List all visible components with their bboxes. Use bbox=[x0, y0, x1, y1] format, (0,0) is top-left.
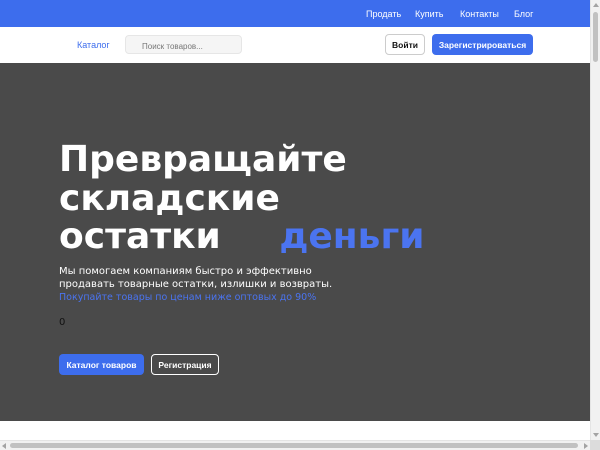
vertical-scrollbar-thumb[interactable] bbox=[593, 12, 598, 62]
scroll-down-icon[interactable] bbox=[593, 433, 599, 437]
top-navigation-bar: Продать Купить Контакты Блог bbox=[0, 0, 590, 27]
hero-description-line-1: Мы помогаем компаниям быстро и эффективн… bbox=[59, 266, 312, 277]
site-header: Каталог Войти Зарегистрироваться bbox=[0, 27, 590, 63]
hero-title-line-1: Превращайте bbox=[59, 139, 347, 180]
horizontal-scrollbar[interactable] bbox=[0, 440, 590, 450]
nav-link-buy[interactable]: Купить bbox=[415, 9, 443, 19]
hero-register-button[interactable]: Регистрация bbox=[151, 354, 219, 375]
hero-promo-text: Покупайте товары по ценам ниже оптовых д… bbox=[59, 292, 317, 303]
nav-link-blog[interactable]: Блог bbox=[514, 9, 533, 19]
hero-counter: 0 bbox=[59, 317, 66, 328]
hero-title-line-2: складские bbox=[59, 178, 280, 219]
nav-link-contacts[interactable]: Контакты bbox=[460, 9, 499, 19]
scroll-left-icon[interactable] bbox=[2, 443, 6, 449]
hero-title-accent: деньги bbox=[279, 216, 425, 257]
scroll-right-icon[interactable] bbox=[584, 443, 588, 449]
hero-description-line-2: продавать товарные остатки, излишки и во… bbox=[59, 279, 333, 290]
catalog-button[interactable]: Каталог товаров bbox=[59, 354, 144, 375]
vertical-scrollbar[interactable] bbox=[590, 0, 600, 440]
catalog-link[interactable]: Каталог bbox=[77, 40, 110, 50]
scroll-up-icon[interactable] bbox=[593, 3, 599, 7]
nav-link-sell[interactable]: Продать bbox=[366, 9, 401, 19]
hero-title-line-3: остатки деньги bbox=[59, 216, 424, 258]
search-box bbox=[125, 35, 242, 55]
hero-title-text: остатки bbox=[59, 216, 221, 257]
horizontal-scrollbar-thumb[interactable] bbox=[10, 443, 578, 448]
search-input[interactable] bbox=[126, 38, 241, 55]
hero-description: Мы помогаем компаниям быстро и эффективн… bbox=[59, 265, 332, 291]
register-button[interactable]: Зарегистрироваться bbox=[432, 34, 533, 55]
login-button[interactable]: Войти bbox=[385, 34, 425, 55]
hero-section: Превращайте складские остатки деньги Мы … bbox=[0, 63, 590, 421]
scrollbar-corner bbox=[590, 440, 600, 450]
